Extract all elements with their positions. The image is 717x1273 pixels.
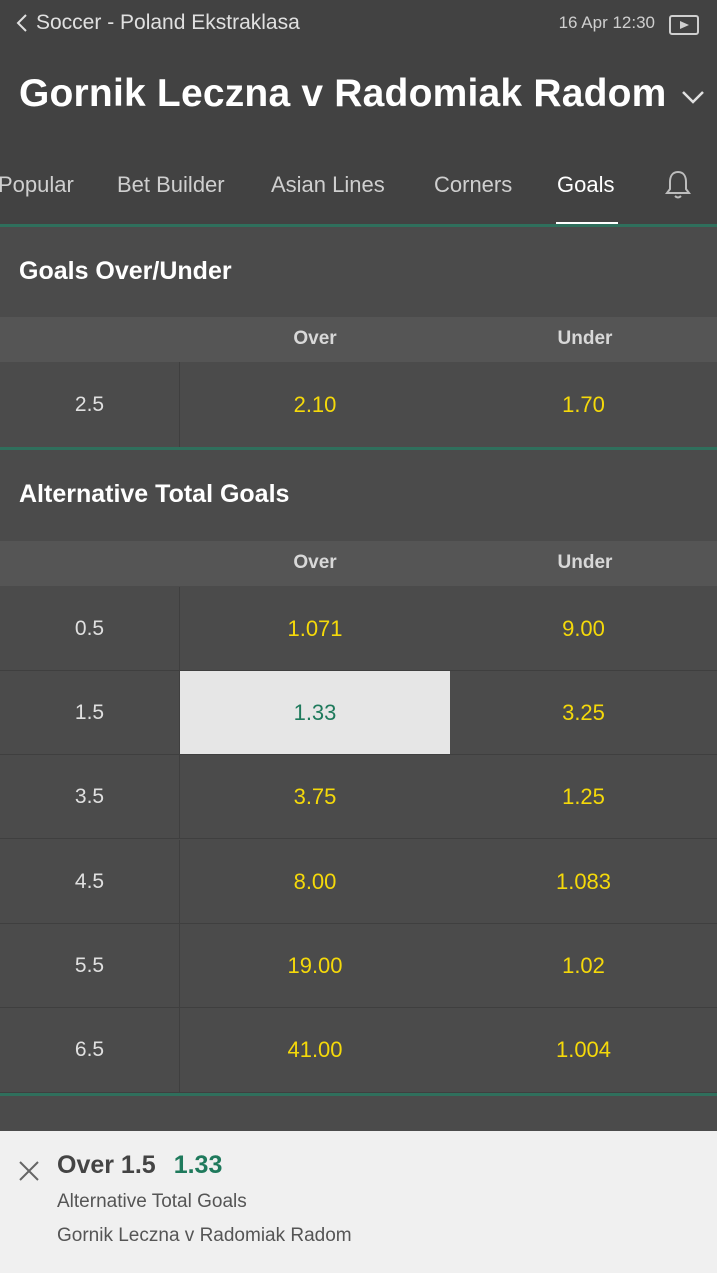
under-odds-button[interactable]: 1.004 <box>450 1008 717 1092</box>
column-under-label: Under <box>557 328 613 349</box>
over-odds-button[interactable]: 41.00 <box>180 1008 450 1092</box>
column-header: Over Under <box>0 317 717 362</box>
tab-corners[interactable]: Corners <box>434 172 512 198</box>
market-row: 1.5 1.33 3.25 <box>0 671 717 755</box>
market-row: 5.5 19.00 1.02 <box>0 924 717 1008</box>
tab-popular[interactable]: Popular <box>0 172 74 198</box>
match-title: Gornik Leczna v Radomiak Radom <box>19 72 667 115</box>
bet-slip-selection: Over 1.5 <box>57 1151 156 1179</box>
market-row: 3.5 3.75 1.25 <box>0 755 717 839</box>
over-odds-button[interactable]: 8.00 <box>180 840 450 923</box>
event-datetime: 16 Apr 12:30 <box>558 13 655 32</box>
chevron-left-icon <box>16 14 27 32</box>
bet-slip-event: Gornik Leczna v Radomiak Radom <box>57 1225 352 1246</box>
over-odds-button[interactable]: 2.10 <box>180 362 450 447</box>
column-header: Over Under <box>0 541 717 586</box>
market-header-alternative-total-goals[interactable]: Alternative Total Goals <box>0 450 717 540</box>
tab-goals[interactable]: Goals <box>557 172 614 198</box>
goal-line: 4.5 <box>0 840 180 923</box>
goal-line: 0.5 <box>0 587 180 670</box>
column-over-label: Over <box>293 328 337 349</box>
goal-line: 3.5 <box>0 755 180 838</box>
market-row: 4.5 8.00 1.083 <box>0 840 717 924</box>
tab-bet-builder[interactable]: Bet Builder <box>117 172 225 198</box>
under-odds-button[interactable]: 1.70 <box>450 362 717 447</box>
over-odds-button[interactable]: 19.00 <box>180 924 450 1007</box>
under-odds-button[interactable]: 3.25 <box>450 671 717 754</box>
over-odds-button[interactable]: 3.75 <box>180 755 450 838</box>
bet-slip-selection-row: Over 1.5 1.33 <box>57 1151 222 1180</box>
column-under-label: Under <box>557 552 613 573</box>
market-header-over-under[interactable]: Goals Over/Under <box>0 227 717 317</box>
market-title: Alternative Total Goals <box>19 480 290 508</box>
under-odds-button[interactable]: 1.02 <box>450 924 717 1007</box>
goal-line: 6.5 <box>0 1008 180 1092</box>
top-bar: Soccer - Poland Ekstraklasa 16 Apr 12:30 <box>0 0 717 50</box>
market-row: 0.5 1.071 9.00 <box>0 587 717 671</box>
event-header: Soccer - Poland Ekstraklasa 16 Apr 12:30… <box>0 0 717 226</box>
under-odds-button[interactable]: 9.00 <box>450 587 717 670</box>
bet-slip-odds: 1.33 <box>173 1151 223 1179</box>
market-row: 6.5 41.00 1.004 <box>0 1008 717 1093</box>
market-tabs: Popular Bet Builder Asian Lines Corners … <box>0 150 717 226</box>
live-stream-icon[interactable] <box>669 15 699 35</box>
bell-icon[interactable] <box>663 168 693 200</box>
goal-line: 2.5 <box>0 362 180 447</box>
chevron-down-icon[interactable] <box>681 90 705 104</box>
bet-slip[interactable]: Over 1.5 1.33 Alternative Total Goals Go… <box>0 1131 717 1273</box>
market-divider <box>0 1093 717 1096</box>
close-icon[interactable] <box>18 1160 40 1182</box>
goal-line: 5.5 <box>0 924 180 1007</box>
bet-slip-market: Alternative Total Goals <box>57 1191 247 1212</box>
goal-line: 1.5 <box>0 671 180 754</box>
under-odds-button[interactable]: 1.25 <box>450 755 717 838</box>
over-odds-button[interactable]: 1.071 <box>180 587 450 670</box>
under-odds-button[interactable]: 1.083 <box>450 840 717 923</box>
tab-asian-lines[interactable]: Asian Lines <box>271 172 385 198</box>
back-button[interactable]: Soccer - Poland Ekstraklasa <box>16 11 300 35</box>
match-title-row[interactable]: Gornik Leczna v Radomiak Radom <box>19 72 705 116</box>
market-title: Goals Over/Under <box>19 257 232 285</box>
breadcrumb: Soccer - Poland Ekstraklasa <box>36 11 300 34</box>
column-over-label: Over <box>293 552 337 573</box>
over-odds-button-selected[interactable]: 1.33 <box>180 671 450 754</box>
market-row: 2.5 2.10 1.70 <box>0 362 717 448</box>
